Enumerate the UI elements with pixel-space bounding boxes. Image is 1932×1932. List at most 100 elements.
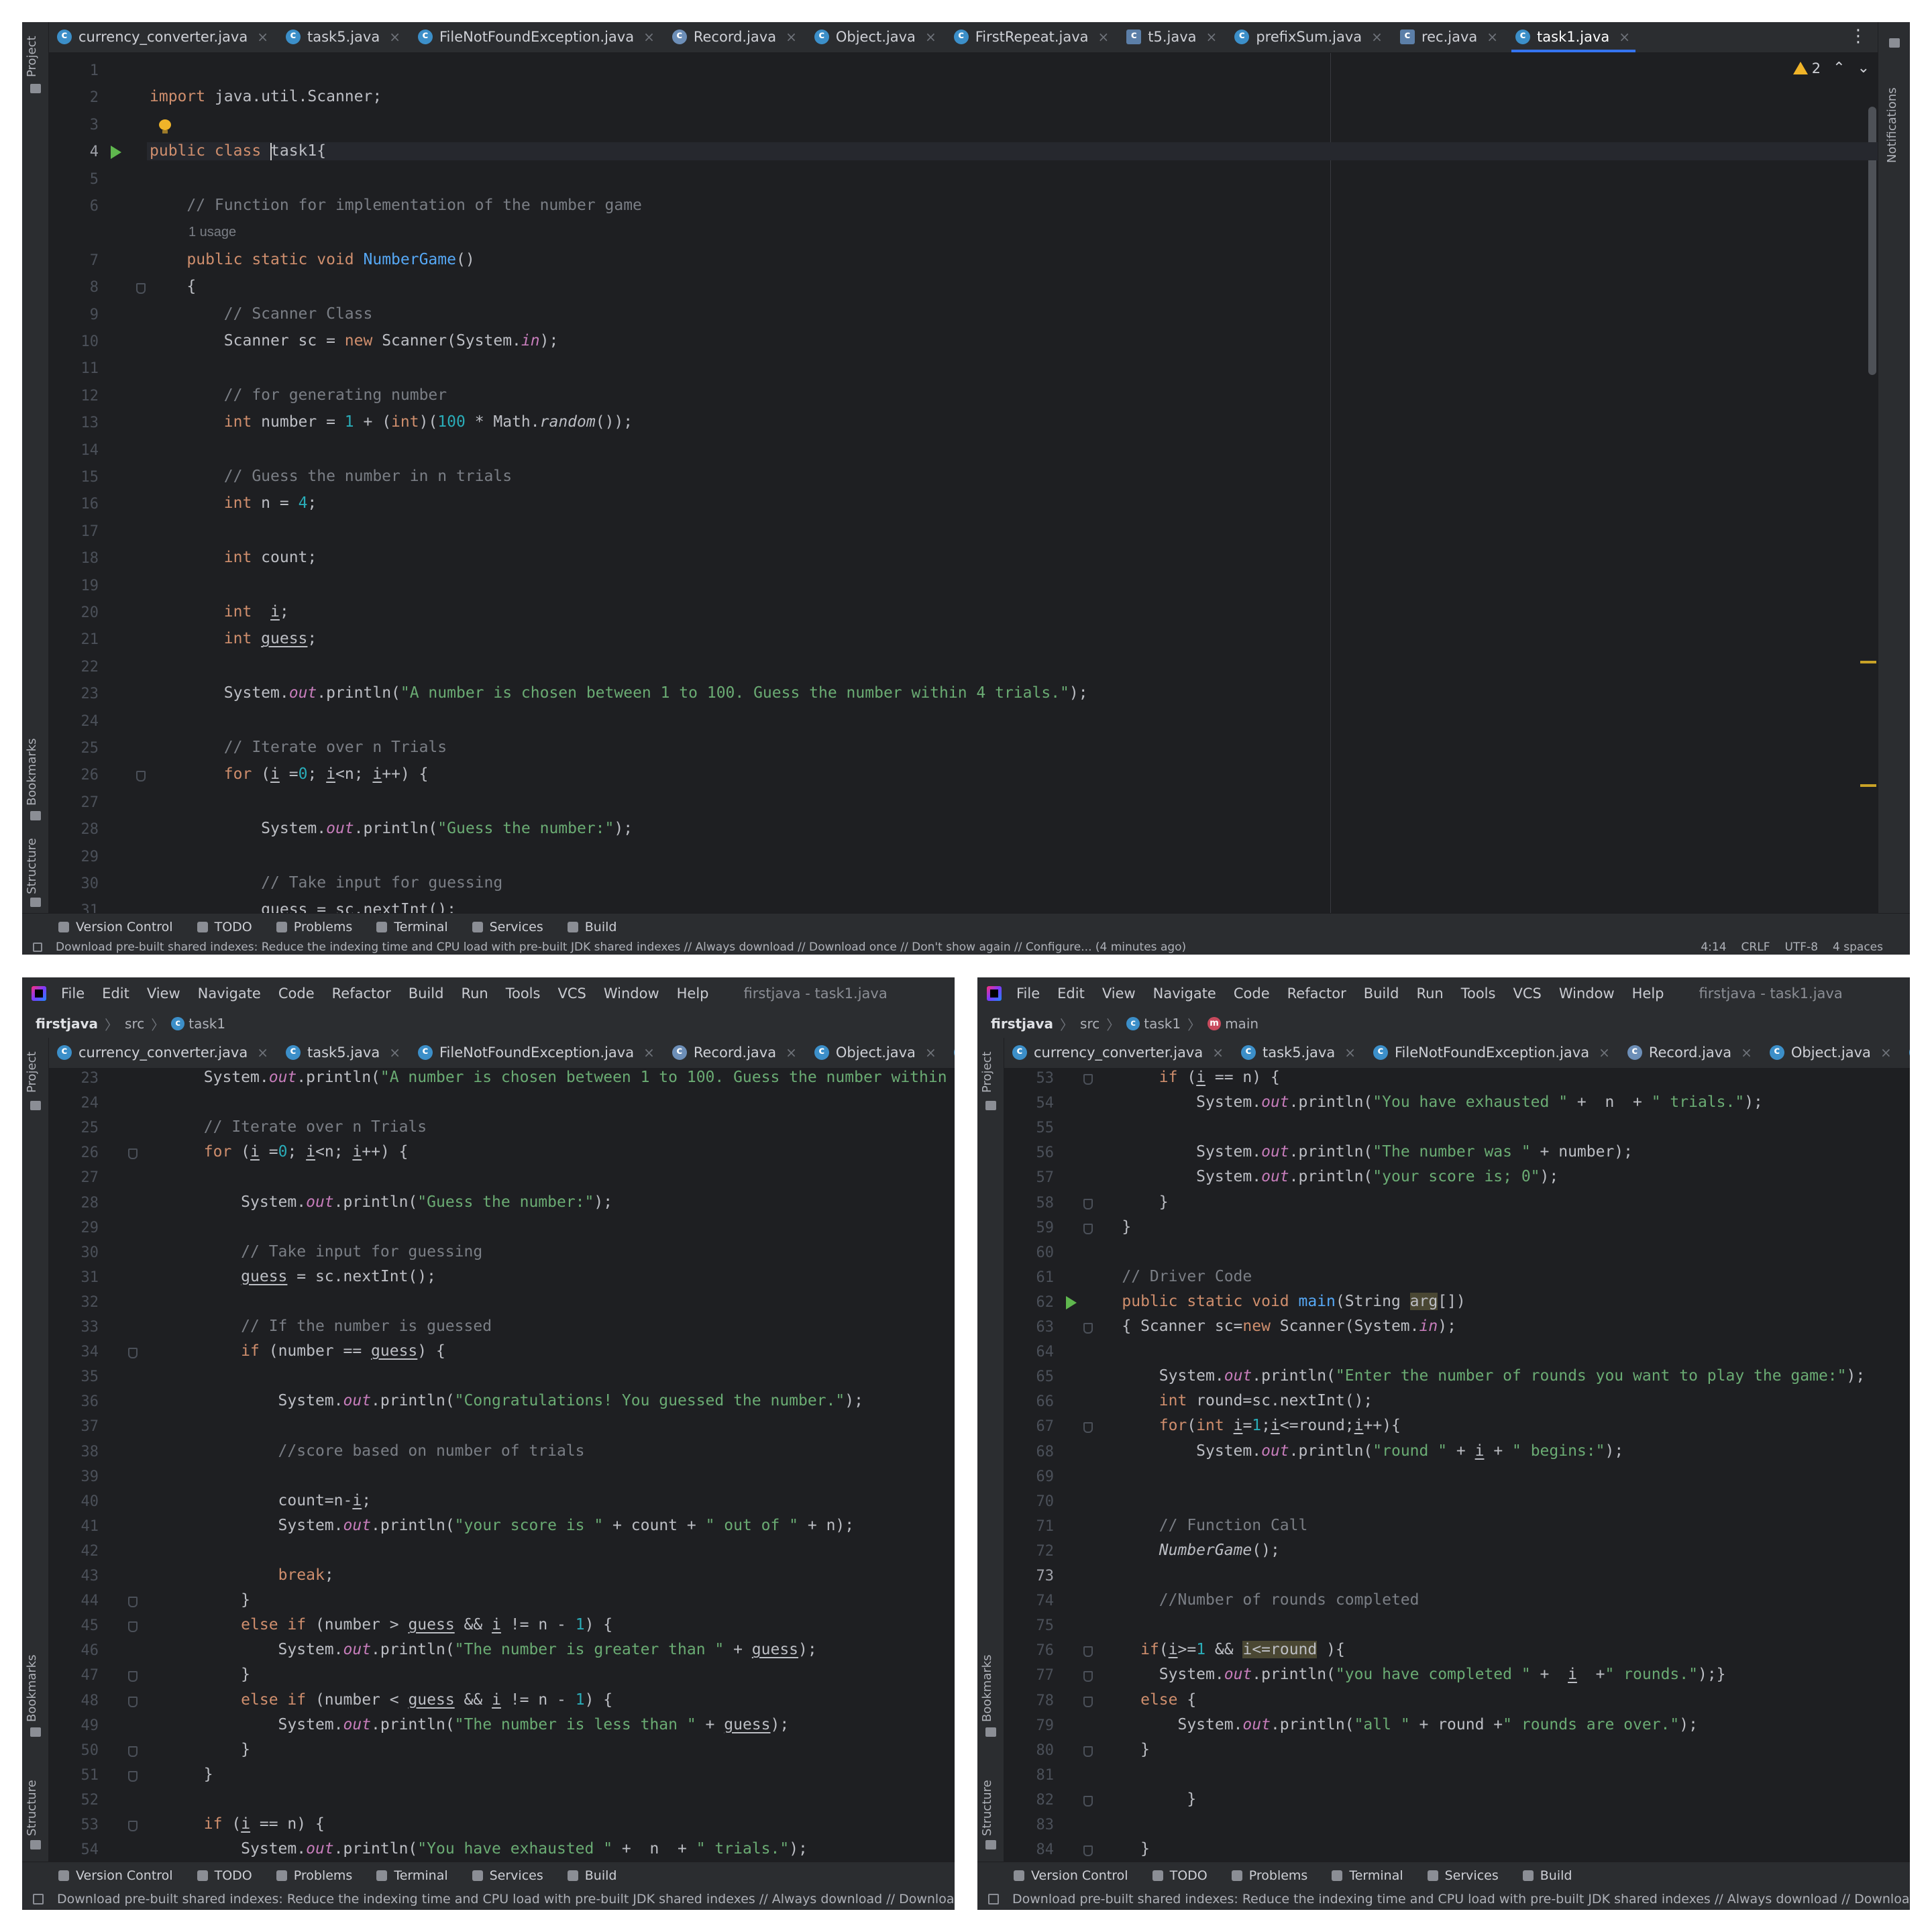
structure-tool-button[interactable]: Structure <box>25 1780 39 1836</box>
tool-build[interactable]: Build <box>567 1868 616 1883</box>
menu-code[interactable]: Code <box>278 985 315 1002</box>
menu-view[interactable]: View <box>1102 985 1136 1002</box>
code-line[interactable]: int i; <box>150 603 289 621</box>
menu-navigate[interactable]: Navigate <box>198 985 261 1002</box>
menu-file[interactable]: File <box>61 985 85 1002</box>
status-message[interactable]: Download pre-built shared indexes: Reduc… <box>57 1892 955 1907</box>
code-line[interactable]: for(int i=1;i<=round;i++){ <box>1085 1417 1401 1434</box>
code-line[interactable]: // If the number is guessed <box>129 1318 492 1335</box>
warning-marker[interactable] <box>1860 661 1876 663</box>
editor-tab[interactable]: task1.java × <box>1507 22 1640 52</box>
structure-tool-button[interactable]: Structure <box>980 1780 994 1836</box>
code-line[interactable]: //Number of rounds completed <box>1085 1591 1419 1609</box>
fold-icon[interactable] <box>1083 1671 1093 1682</box>
fold-icon[interactable] <box>136 283 146 294</box>
project-tool-button[interactable]: Project <box>980 1051 994 1093</box>
close-icon[interactable]: × <box>1206 29 1218 45</box>
fold-icon[interactable] <box>1083 1696 1093 1707</box>
indent-setting[interactable]: 4 spaces <box>1833 941 1883 954</box>
line-separator[interactable]: CRLF <box>1741 941 1770 954</box>
code-line[interactable]: System.out.println("round " + i + " begi… <box>1085 1442 1623 1460</box>
menu-run[interactable]: Run <box>461 985 488 1002</box>
code-line[interactable]: import java.util.Scanner; <box>150 88 382 105</box>
fold-icon[interactable] <box>128 1671 138 1682</box>
caret-position[interactable]: 4:14 <box>1701 941 1726 954</box>
code-line[interactable]: System.out.println("A number is chosen b… <box>129 1069 955 1086</box>
code-line[interactable]: int guess; <box>150 630 317 647</box>
close-icon[interactable]: × <box>1371 29 1383 45</box>
close-icon[interactable]: × <box>1619 29 1630 45</box>
menu-refactor[interactable]: Refactor <box>1287 985 1346 1002</box>
code-line[interactable]: NumberGame(); <box>1085 1542 1280 1559</box>
bell-icon[interactable] <box>1889 38 1900 48</box>
code-line[interactable]: int round=sc.nextInt(); <box>1085 1392 1373 1409</box>
editor-tab[interactable]: FileNotFoundException.java × <box>410 22 664 52</box>
tool-version-control[interactable]: Version Control <box>58 920 173 934</box>
code-line[interactable]: System.out.println("your score is " + co… <box>129 1517 855 1534</box>
code-line[interactable]: if (number == guess) { <box>129 1342 445 1360</box>
fold-icon[interactable] <box>1083 1223 1093 1234</box>
menu-edit[interactable]: Edit <box>1057 985 1085 1002</box>
editor-tab[interactable]: t5.java × <box>1118 22 1226 52</box>
menu-file[interactable]: File <box>1016 985 1040 1002</box>
notifications-tool-button[interactable]: Notifications <box>1885 87 1899 163</box>
code-line[interactable]: count=n-i; <box>129 1492 372 1509</box>
tool-terminal[interactable]: Terminal <box>376 1868 448 1883</box>
code-line[interactable]: for (i =0; i<n; i++) { <box>129 1143 409 1161</box>
menu-vcs[interactable]: VCS <box>557 985 586 1002</box>
code-line[interactable]: guess = sc.nextInt(); <box>129 1268 436 1285</box>
code-line[interactable]: System.out.println("Guess the number:"); <box>150 820 633 837</box>
fold-icon[interactable] <box>128 1696 138 1707</box>
menu-vcs[interactable]: VCS <box>1513 985 1541 1002</box>
editor-tab[interactable]: prefixSum.java × <box>1226 22 1392 52</box>
code-editor[interactable]: 23 System.out.println("A number is chose… <box>49 1069 955 1862</box>
menu-edit[interactable]: Edit <box>102 985 129 1002</box>
editor-tab[interactable]: FileNotFoundException.java × <box>410 1038 664 1068</box>
fold-icon[interactable] <box>128 1770 138 1782</box>
tool-services[interactable]: Services <box>472 920 543 934</box>
code-line[interactable]: for (i =0; i<n; i++) { <box>150 765 429 783</box>
fold-icon[interactable] <box>1083 1845 1093 1857</box>
editor-tab[interactable]: task5.java × <box>1233 1038 1365 1068</box>
code-line[interactable]: // Take input for guessing <box>129 1243 482 1260</box>
menu-tools[interactable]: Tools <box>1461 985 1496 1002</box>
menu-window[interactable]: Window <box>604 985 659 1002</box>
editor-tab[interactable]: task5.java × <box>278 1038 410 1068</box>
close-icon[interactable]: × <box>643 29 655 45</box>
close-icon[interactable]: × <box>786 29 797 45</box>
breadcrumb-src[interactable]: src <box>125 1016 144 1032</box>
more-options-icon[interactable]: ⋮ <box>1849 28 1867 45</box>
code-line[interactable]: if (i == n) { <box>129 1815 325 1833</box>
menu-tools[interactable]: Tools <box>506 985 541 1002</box>
editor-tab[interactable]: FirstRepeat.java <box>1901 1038 1910 1068</box>
code-line[interactable]: public class task1{ <box>147 142 1878 160</box>
code-line[interactable]: // Guess the number in n trials <box>150 468 512 485</box>
code-line[interactable]: public static void NumberGame() <box>150 251 474 268</box>
code-line[interactable]: System.out.println("all " + round +" rou… <box>1085 1716 1698 1733</box>
editor-tab[interactable]: Object.java × <box>1762 1038 1901 1068</box>
tool-build[interactable]: Build <box>567 920 616 934</box>
code-line[interactable]: System.out.println("your score is; 0"); <box>1085 1168 1558 1185</box>
code-line[interactable]: // Scanner Class <box>150 305 373 323</box>
editor-tab[interactable]: Record.java × <box>1619 1038 1762 1068</box>
run-icon[interactable] <box>1066 1295 1077 1309</box>
menu-view[interactable]: View <box>147 985 180 1002</box>
tool-problems[interactable]: Problems <box>276 1868 352 1883</box>
inspection-widget[interactable]: 2 ⌃ ⌄ <box>1792 60 1870 76</box>
code-line[interactable]: guess = sc.nextInt(); <box>150 901 456 913</box>
bookmarks-tool-button[interactable]: Bookmarks <box>980 1654 994 1722</box>
close-icon[interactable]: × <box>1880 1044 1892 1061</box>
breadcrumb-src[interactable]: src <box>1080 1016 1099 1032</box>
editor-tab[interactable]: FileNotFoundException.java × <box>1365 1038 1619 1068</box>
code-line[interactable]: else if (number > guess && i != n - 1) { <box>129 1616 612 1633</box>
code-line[interactable]: public static void main(String arg[]) <box>1085 1292 1466 1310</box>
tool-terminal[interactable]: Terminal <box>376 920 448 934</box>
close-icon[interactable]: × <box>1212 1044 1224 1061</box>
tool-services[interactable]: Services <box>472 1868 543 1883</box>
close-icon[interactable]: × <box>643 1044 655 1061</box>
code-line[interactable]: System.out.println("Guess the number:"); <box>129 1193 612 1211</box>
fold-icon[interactable] <box>1083 1074 1093 1085</box>
code-line[interactable]: Scanner sc = new Scanner(System.in); <box>150 332 559 350</box>
project-tool-button[interactable]: Project <box>25 1051 39 1093</box>
code-line[interactable]: } <box>129 1591 250 1609</box>
